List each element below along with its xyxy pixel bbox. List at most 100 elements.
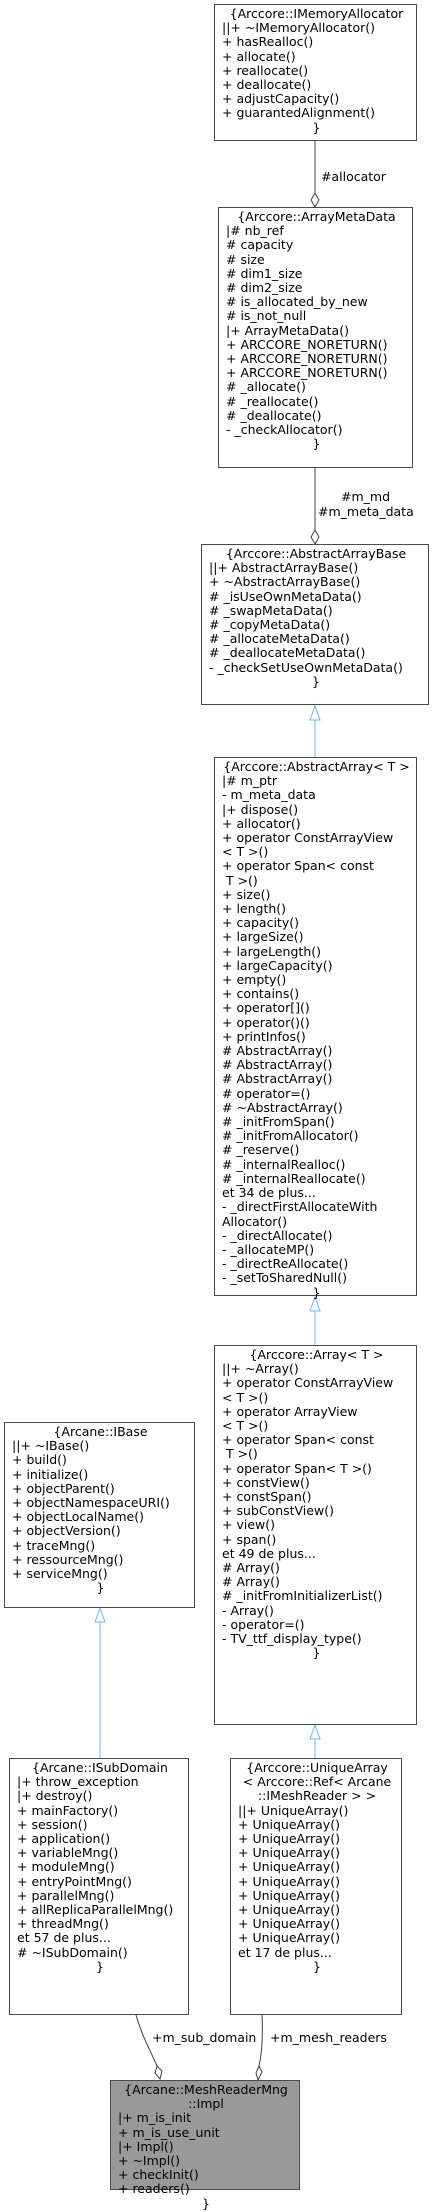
class-member: - Array(): [222, 1602, 274, 1618]
class-member: + ~AbstractArrayBase(): [209, 574, 361, 590]
class-member: + UniqueArray(): [238, 1887, 340, 1903]
class-member: + application(): [17, 1831, 111, 1847]
class-member: T >(): [222, 1446, 258, 1462]
class-closing-brace: }: [312, 1645, 321, 1661]
class-member: + contains(): [222, 986, 300, 1002]
class-member: + allocate(): [222, 48, 296, 64]
class-member: + operator ConstArrayView: [222, 830, 394, 846]
class-closing-brace: }: [313, 1958, 321, 1974]
class-member: # dim1_size: [226, 265, 303, 281]
class-member: # capacity: [226, 237, 294, 253]
class-member: + UniqueArray(): [238, 1916, 340, 1932]
class-member: # _swapMetaData(): [209, 602, 333, 618]
class-member: + operator()(): [222, 1014, 310, 1030]
class-member: # ~ISubDomain(): [17, 1944, 128, 1960]
class-member: + subConstView(): [222, 1503, 334, 1519]
class-member: + serviceMng(): [12, 1566, 108, 1582]
class-member: # AbstractArray(): [222, 1057, 333, 1073]
class-member: + UniqueArray(): [238, 1930, 340, 1946]
class-member: # Array(): [222, 1560, 280, 1576]
class-member: + reallocate(): [222, 62, 309, 78]
class-box-mesh-reader-mng-impl[interactable]: {Arcane::MeshReaderMng::Impl |+ m_is_init…: [110, 2080, 300, 2210]
class-member: + moduleMng(): [17, 1859, 115, 1875]
class-member: - _allocateMP(): [222, 1241, 315, 1257]
class-title: ::Impl: [188, 2096, 224, 2112]
class-member: + UniqueArray(): [238, 1902, 340, 1918]
edge-label-m-md: #m_md: [341, 489, 391, 504]
class-box-imemory-allocator[interactable]: {Arccore::IMemoryAllocator ||+ ~IMemoryAl…: [214, 4, 417, 141]
class-title: {Arcane::MeshReaderMng: [124, 2082, 288, 2097]
class-member: + largeCapacity(): [222, 957, 333, 973]
class-member: # _internalRealloc(): [222, 1156, 346, 1172]
class-box-array[interactable]: {Arccore::Array< T > ||+ ~Array() + operat…: [214, 1345, 417, 1725]
class-member: + operator[](): [222, 1000, 310, 1016]
class-member: + threadMng(): [17, 1916, 109, 1932]
class-member: + operator Span< T >(): [222, 1460, 372, 1476]
class-member: Allocator(): [222, 1213, 288, 1229]
class-box-ibase[interactable]: {Arcane::IBase ||+ ~IBase() + build() + ini…: [4, 1422, 195, 1608]
class-member: |+ dispose(): [222, 801, 299, 817]
class-member: |+ throw_exception: [17, 1774, 139, 1790]
class-box-abstract-array-base[interactable]: {Arccore::AbstractArrayBase ||+ AbstractA…: [201, 544, 429, 705]
class-member: + objectVersion(): [12, 1523, 121, 1539]
class-closing-brace: }: [312, 1284, 321, 1300]
class-box-unique-array[interactable]: {Arccore::UniqueArray < Arccore::Ref< Arc…: [230, 1758, 402, 2015]
class-closing-brace: }: [96, 1958, 104, 1974]
class-title: < Arccore::Ref< Arcane: [242, 1774, 392, 1790]
class-member: + deallocate(): [222, 77, 312, 93]
class-member: + allocator(): [222, 815, 301, 831]
class-member: + UniqueArray(): [238, 1831, 340, 1847]
class-member: # Array(): [222, 1574, 280, 1590]
class-member: + size(): [222, 886, 271, 902]
class-member: # AbstractArray(): [222, 1043, 333, 1059]
class-member: + objectLocalName(): [12, 1509, 144, 1525]
class-member: # _initFromAllocator(): [222, 1128, 359, 1144]
arrow-inherit-unique-array: [309, 1723, 321, 1740]
class-member: < T >(): [222, 1389, 269, 1405]
class-member: + largeLength(): [222, 943, 321, 959]
class-member: # size: [226, 251, 265, 267]
class-member: # _deallocateMetaData(): [209, 645, 366, 661]
class-member: + initialize(): [12, 1466, 89, 1482]
class-member: |+ Impl(): [118, 2138, 174, 2154]
arrow-inherit-isubdomain: [94, 1606, 106, 1623]
class-member: - _directReAllocate(): [222, 1256, 349, 1272]
class-member: + length(): [222, 901, 287, 917]
class-member: + objectParent(): [12, 1480, 115, 1496]
class-title: {Arccore::IMemoryAllocator: [229, 6, 404, 21]
class-member: + empty(): [222, 972, 287, 988]
class-closing-brace: }: [312, 119, 321, 135]
class-title: {Arccore::ArrayMetaData: [237, 209, 396, 224]
class-member: - _setToSharedNull(): [222, 1270, 347, 1286]
class-box-isubdomain[interactable]: {Arcane::ISubDomain |+ throw_exception |+ …: [9, 1758, 189, 2015]
class-member: - _checkAllocator(): [226, 422, 343, 438]
diamond-allocator: [310, 191, 320, 209]
class-member: + UniqueArray(): [238, 1816, 340, 1832]
class-member: + span(): [222, 1531, 277, 1547]
class-member: + readers(): [118, 2181, 190, 2197]
class-member: # _initFromInitializerList(): [222, 1588, 383, 1604]
class-member: ||+ ~Array(): [222, 1361, 299, 1377]
edge-label-m-sub-domain: +m_sub_domain: [152, 2030, 257, 2045]
class-member: + operator ConstArrayView: [222, 1375, 394, 1391]
class-member: ||+ ~IMemoryAllocator(): [222, 20, 375, 36]
class-member: + checkInit(): [118, 2167, 199, 2183]
class-member: |+ destroy(): [17, 1788, 93, 1804]
edge-label-m-meta-data: #m_meta_data: [318, 504, 414, 519]
class-box-array-meta-data[interactable]: {Arccore::ArrayMetaData |# nb_ref # capaci…: [218, 207, 413, 468]
class-member: + operator Span< const: [222, 858, 374, 874]
class-member: T >(): [222, 872, 258, 888]
class-member: # is_allocated_by_new: [226, 294, 368, 310]
class-member: # _reallocate(): [226, 393, 319, 409]
class-member: - _directAllocate(): [222, 1227, 333, 1243]
class-member: # _reserve(): [222, 1142, 300, 1158]
class-title: ::IMeshReader > >: [257, 1788, 377, 1804]
class-member: + printInfos(): [222, 1028, 306, 1044]
class-member: + ressourceMng(): [12, 1551, 124, 1567]
class-box-abstract-array[interactable]: {Arccore::AbstractArray< T > |# m_ptr - m_…: [214, 757, 417, 1299]
class-member: + ARCCORE_NORETURN(): [226, 336, 388, 352]
class-member: - TV_ttf_display_type(): [222, 1631, 362, 1647]
class-member: + largeSize(): [222, 929, 304, 945]
class-member: # _internalReallocate(): [222, 1170, 366, 1186]
class-member: et 49 de plus...: [222, 1545, 316, 1561]
